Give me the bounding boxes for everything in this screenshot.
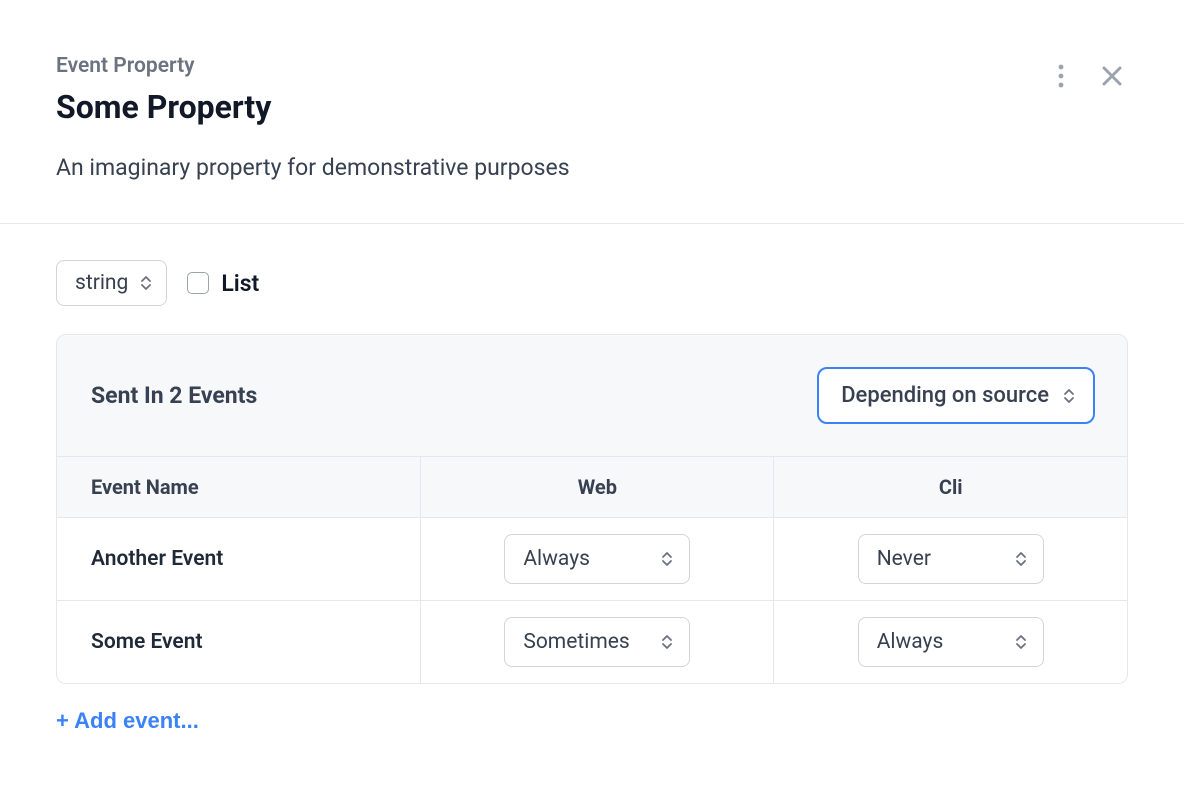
col-cli: Cli — [774, 457, 1127, 518]
chevron-up-down-icon — [1015, 634, 1027, 650]
cli-frequency-select[interactable]: Always — [858, 617, 1044, 667]
web-frequency-select[interactable]: Always — [504, 534, 690, 584]
header: Event Property Some Property An imaginar… — [0, 0, 1184, 224]
chevron-up-down-icon — [1063, 388, 1075, 404]
events-panel-title: Sent In 2 Events — [91, 382, 257, 409]
select-value: Always — [523, 547, 590, 571]
type-select-value: string — [75, 271, 128, 295]
cli-frequency-select[interactable]: Never — [858, 534, 1044, 584]
col-event-name: Event Name — [57, 457, 421, 518]
events-panel-header: Sent In 2 Events Depending on source — [57, 335, 1127, 456]
header-actions — [1054, 60, 1128, 92]
select-value: Never — [877, 547, 931, 571]
events-panel: Sent In 2 Events Depending on source Eve… — [56, 334, 1128, 684]
event-name-cell: Another Event — [57, 518, 421, 601]
event-name-cell: Some Event — [57, 601, 421, 684]
select-value: Sometimes — [523, 630, 629, 654]
scope-select[interactable]: Depending on source — [817, 367, 1095, 424]
page-title: Some Property — [56, 88, 1128, 126]
list-checkbox[interactable] — [187, 272, 209, 294]
type-select[interactable]: string — [56, 260, 167, 306]
chevron-up-down-icon — [140, 275, 152, 291]
body: string List Sent In 2 Events Depending o… — [0, 224, 1184, 734]
header-description: An imaginary property for demonstrative … — [56, 154, 1128, 181]
close-icon — [1100, 64, 1124, 88]
table-header-row: Event Name Web Cli — [57, 457, 1127, 518]
list-checkbox-text: List — [221, 270, 259, 297]
kebab-icon — [1058, 64, 1064, 88]
table-row: Some Event Sometimes Always — [57, 601, 1127, 684]
chevron-up-down-icon — [661, 634, 673, 650]
chevron-up-down-icon — [1015, 551, 1027, 567]
select-value: Always — [877, 630, 944, 654]
chevron-up-down-icon — [661, 551, 673, 567]
header-eyebrow: Event Property — [56, 54, 1128, 78]
more-options-button[interactable] — [1054, 60, 1068, 92]
list-checkbox-label[interactable]: List — [187, 270, 259, 297]
controls-row: string List — [56, 260, 1128, 306]
close-button[interactable] — [1096, 60, 1128, 92]
add-event-button[interactable]: + Add event... — [56, 708, 199, 734]
web-frequency-select[interactable]: Sometimes — [504, 617, 690, 667]
table-row: Another Event Always Never — [57, 518, 1127, 601]
col-web: Web — [421, 457, 774, 518]
scope-select-value: Depending on source — [841, 383, 1049, 408]
events-table: Event Name Web Cli Another Event Always — [57, 456, 1127, 683]
